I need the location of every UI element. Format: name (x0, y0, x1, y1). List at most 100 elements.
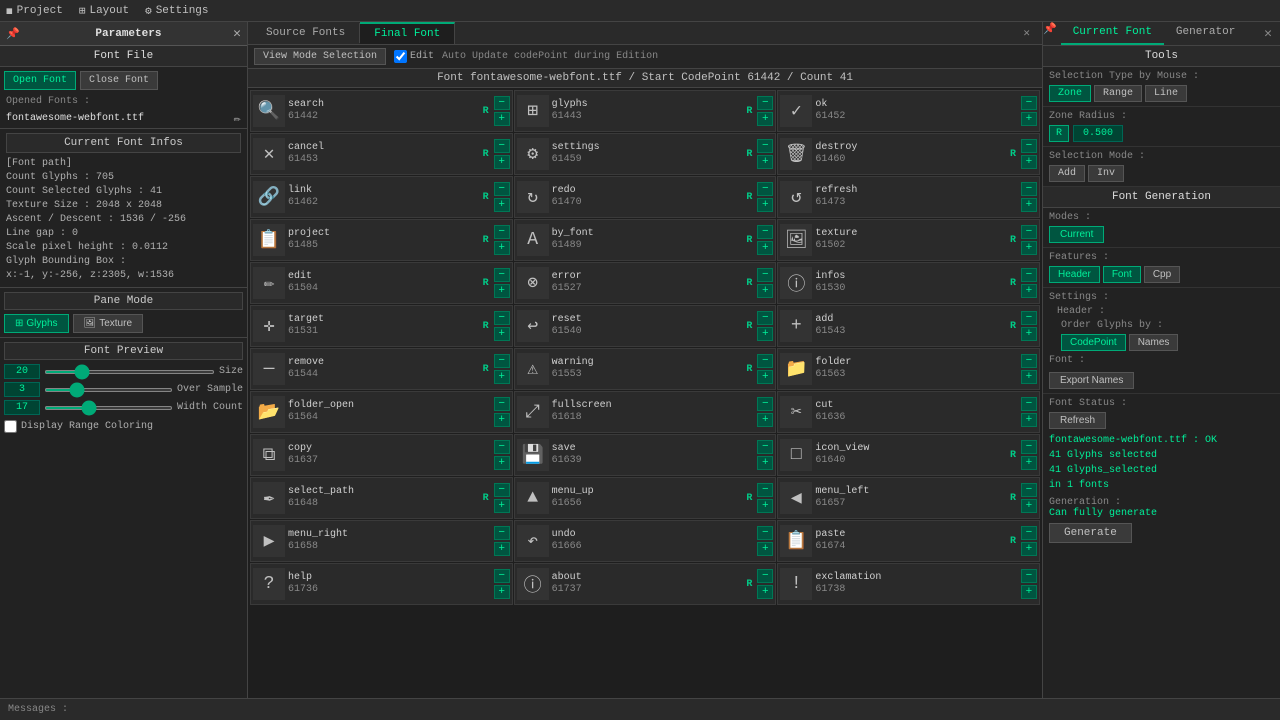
glyph-increment-button[interactable]: + (1021, 241, 1037, 255)
glyph-cell[interactable]: ⊗error61527R−+ (514, 262, 777, 304)
glyph-increment-button[interactable]: + (1021, 413, 1037, 427)
glyph-decrement-button[interactable]: − (1021, 526, 1037, 540)
glyph-cell[interactable]: 📁folder61563−+ (777, 348, 1040, 390)
glyph-increment-button[interactable]: + (494, 327, 510, 341)
glyph-cell[interactable]: ↶undo61666−+ (514, 520, 777, 562)
glyph-increment-button[interactable]: + (1021, 327, 1037, 341)
glyph-increment-button[interactable]: + (1021, 112, 1037, 126)
glyph-increment-button[interactable]: + (1021, 542, 1037, 556)
glyph-increment-button[interactable]: + (494, 542, 510, 556)
oversample-value[interactable]: 3 (4, 382, 40, 397)
glyph-increment-button[interactable]: + (757, 499, 773, 513)
glyph-increment-button[interactable]: + (494, 456, 510, 470)
glyph-decrement-button[interactable]: − (494, 182, 510, 196)
glyph-decrement-button[interactable]: − (1021, 440, 1037, 454)
glyph-decrement-button[interactable]: − (1021, 139, 1037, 153)
glyph-decrement-button[interactable]: − (494, 225, 510, 239)
glyph-decrement-button[interactable]: − (757, 182, 773, 196)
glyph-increment-button[interactable]: + (757, 198, 773, 212)
glyph-decrement-button[interactable]: − (494, 268, 510, 282)
glyph-increment-button[interactable]: + (757, 155, 773, 169)
glyph-increment-button[interactable]: + (494, 370, 510, 384)
glyph-cell[interactable]: 📋project61485R−+ (250, 219, 513, 261)
glyph-cell[interactable]: □icon_view61640R−+ (777, 434, 1040, 476)
glyph-cell[interactable]: Aby_font61489R−+ (514, 219, 777, 261)
glyph-increment-button[interactable]: + (1021, 585, 1037, 599)
glyph-cell[interactable]: ↺refresh61473−+ (777, 176, 1040, 218)
menu-settings[interactable]: ⚙ Settings (145, 4, 208, 18)
glyph-decrement-button[interactable]: − (757, 569, 773, 583)
codepoint-order-button[interactable]: CodePoint (1061, 334, 1126, 351)
glyph-cell[interactable]: ✛target61531R−+ (250, 305, 513, 347)
glyph-increment-button[interactable]: + (1021, 370, 1037, 384)
glyph-cell[interactable]: 💾save61639−+ (514, 434, 777, 476)
glyph-decrement-button[interactable]: − (494, 139, 510, 153)
glyph-decrement-button[interactable]: − (757, 96, 773, 110)
edit-font-icon[interactable]: ✏ (234, 111, 241, 126)
menu-layout[interactable]: ⊞ Layout (79, 4, 129, 18)
glyph-decrement-button[interactable]: − (494, 354, 510, 368)
glyph-decrement-button[interactable]: − (1021, 311, 1037, 325)
width-count-value[interactable]: 17 (4, 400, 40, 415)
glyph-decrement-button[interactable]: − (757, 225, 773, 239)
line-button[interactable]: Line (1145, 85, 1187, 102)
close-font-button[interactable]: Close Font (80, 71, 158, 90)
glyph-cell[interactable]: 🖼texture61502R−+ (777, 219, 1040, 261)
glyph-decrement-button[interactable]: − (494, 397, 510, 411)
glyph-decrement-button[interactable]: − (1021, 483, 1037, 497)
glyph-increment-button[interactable]: + (494, 198, 510, 212)
glyph-cell[interactable]: ▶menu_right61658−+ (250, 520, 513, 562)
export-names-button[interactable]: Export Names (1049, 372, 1134, 389)
glyph-cell[interactable]: ✓ok61452−+ (777, 90, 1040, 132)
names-order-button[interactable]: Names (1129, 334, 1179, 351)
glyph-increment-button[interactable]: + (1021, 155, 1037, 169)
glyph-cell[interactable]: ⧉copy61637−+ (250, 434, 513, 476)
generate-button[interactable]: Generate (1049, 523, 1132, 543)
glyph-cell[interactable]: !exclamation61738−+ (777, 563, 1040, 605)
glyph-cell[interactable]: ✂cut61636−+ (777, 391, 1040, 433)
glyph-increment-button[interactable]: + (494, 499, 510, 513)
oversample-slider[interactable] (44, 388, 173, 392)
glyph-increment-button[interactable]: + (494, 112, 510, 126)
glyph-decrement-button[interactable]: − (1021, 225, 1037, 239)
glyph-cell[interactable]: ⓘabout61737R−+ (514, 563, 777, 605)
glyph-cell[interactable]: ✏edit61504R−+ (250, 262, 513, 304)
view-mode-selection-button[interactable]: View Mode Selection (254, 48, 386, 65)
glyph-cell[interactable]: 📂folder_open61564−+ (250, 391, 513, 433)
glyph-increment-button[interactable]: + (1021, 456, 1037, 470)
refresh-status-button[interactable]: Refresh (1049, 412, 1106, 429)
glyph-increment-button[interactable]: + (757, 542, 773, 556)
size-value[interactable]: 20 (4, 364, 40, 379)
glyph-decrement-button[interactable]: − (757, 440, 773, 454)
texture-pane-button[interactable]: 🖼 Texture (73, 314, 144, 333)
edit-checkbox[interactable] (394, 50, 407, 63)
menu-project[interactable]: ◼ Project (6, 4, 63, 18)
glyph-decrement-button[interactable]: − (1021, 354, 1037, 368)
glyph-increment-button[interactable]: + (757, 413, 773, 427)
glyph-decrement-button[interactable]: − (757, 139, 773, 153)
glyph-decrement-button[interactable]: − (757, 354, 773, 368)
glyph-decrement-button[interactable]: − (494, 96, 510, 110)
glyph-cell[interactable]: ◀menu_left61657R−+ (777, 477, 1040, 519)
glyph-increment-button[interactable]: + (757, 327, 773, 341)
glyphs-pane-button[interactable]: ⊞ Glyphs (4, 314, 69, 333)
width-count-slider[interactable] (44, 406, 173, 410)
glyph-cell[interactable]: ✕cancel61453R−+ (250, 133, 513, 175)
glyph-cell[interactable]: ⤢fullscreen61618−+ (514, 391, 777, 433)
glyph-increment-button[interactable]: + (1021, 198, 1037, 212)
current-mode-button[interactable]: Current (1049, 226, 1104, 243)
tab-source-fonts[interactable]: Source Fonts (252, 23, 360, 43)
range-button[interactable]: Range (1094, 85, 1142, 102)
glyph-decrement-button[interactable]: − (494, 440, 510, 454)
glyph-cell[interactable]: 🗑destroy61460R−+ (777, 133, 1040, 175)
right-panel-close[interactable]: ✕ (1256, 22, 1280, 45)
zone-radius-value[interactable]: 0.500 (1073, 125, 1123, 142)
glyph-decrement-button[interactable]: − (1021, 96, 1037, 110)
glyph-increment-button[interactable]: + (1021, 284, 1037, 298)
tab-generator[interactable]: Generator (1164, 22, 1247, 45)
glyph-cell[interactable]: —remove61544R−+ (250, 348, 513, 390)
glyph-cell[interactable]: ▲menu_up61656R−+ (514, 477, 777, 519)
tab-current-font[interactable]: Current Font (1061, 22, 1164, 45)
glyph-cell[interactable]: ✒select_path61648R−+ (250, 477, 513, 519)
header-feature-button[interactable]: Header (1049, 266, 1100, 283)
